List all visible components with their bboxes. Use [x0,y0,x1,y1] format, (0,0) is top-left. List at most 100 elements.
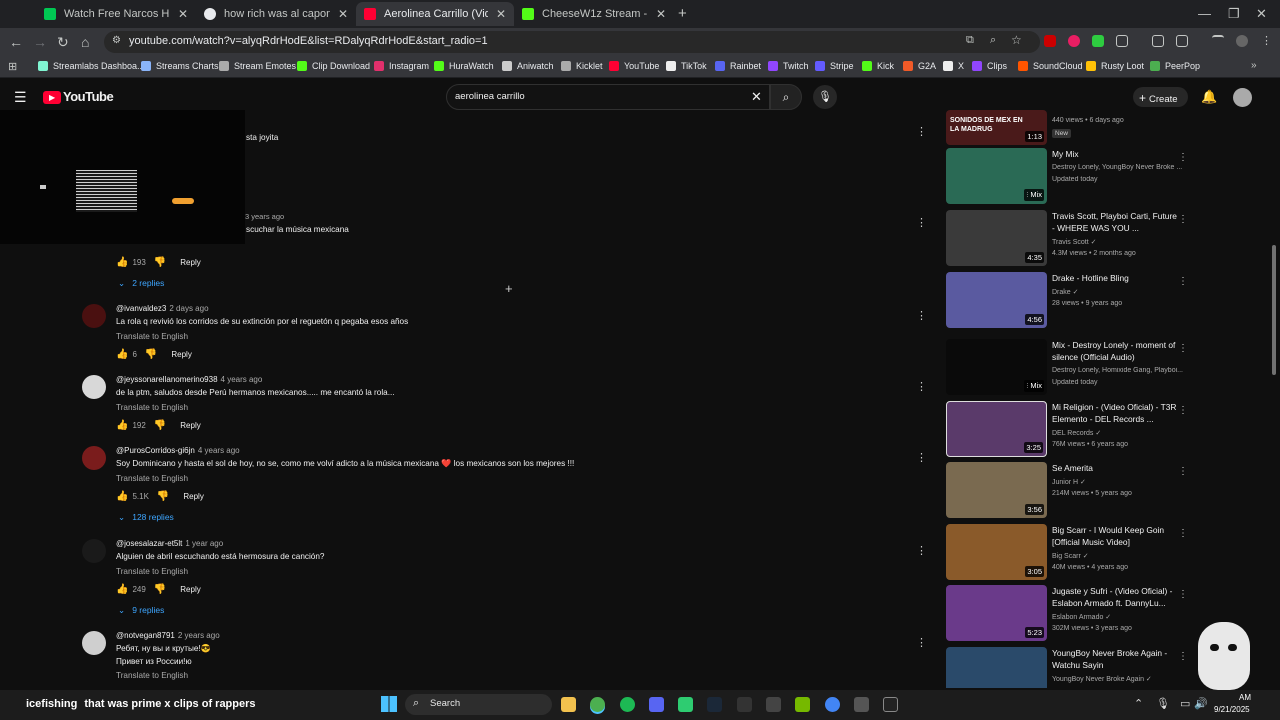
like-icon[interactable]: 👍 [116,491,128,502]
file-explorer-icon[interactable] [561,697,576,712]
video-thumbnail[interactable]: ⫶ Mix [946,339,1047,395]
comment-author[interactable]: @josesalazar-et5lt 1 year ago [116,539,223,548]
video-title[interactable]: Mi Religion - (Video Oficial) - T3R Elem… [1052,401,1178,425]
comment-menu-icon[interactable]: ⋮ [916,451,927,464]
translate-link[interactable]: Translate to English [116,474,188,483]
translate-link[interactable]: Translate to English [116,332,188,341]
video-channel[interactable]: Travis Scott ✓ [1052,238,1184,246]
comment-author[interactable]: @ivanvaldez3 2 days ago [116,304,209,313]
bookmark-item[interactable]: Instagram [374,61,429,71]
close-icon[interactable]: ✕ [338,7,348,21]
notifications-bell-icon[interactable]: 🔔 [1201,89,1217,105]
account-avatar[interactable] [1233,88,1252,107]
new-tab-button[interactable]: + [678,5,687,22]
avatar[interactable] [82,446,106,470]
clear-search-icon[interactable]: ✕ [751,89,762,105]
avatar[interactable] [82,631,106,655]
video-menu-icon[interactable]: ⋮ [1178,214,1188,225]
apps-grid-icon[interactable]: ⊞ [8,60,17,73]
bookmark-item[interactable]: HuraWatch [434,61,494,71]
video-menu-icon[interactable]: ⋮ [1178,589,1188,600]
bookmark-item[interactable]: Clip Download [297,61,370,71]
network-icon[interactable]: ▭ [1180,697,1190,710]
media-icon[interactable] [1152,35,1164,47]
video-title[interactable]: Mix - Destroy Lonely - moment of silence… [1052,339,1178,363]
bookmark-item[interactable]: SoundCloud [1018,61,1083,71]
chrome-icon[interactable] [590,697,605,712]
downloads-icon[interactable] [1212,35,1224,47]
create-button[interactable]: + Create [1133,87,1188,107]
video-menu-icon[interactable]: ⋮ [1178,152,1188,163]
video-thumbnail[interactable]: 3:05 [946,524,1047,580]
video-title[interactable]: YoungBoy Never Broke Again - Watchu Sayi… [1052,647,1178,671]
video-title[interactable]: Big Scarr - I Would Keep Goin [Official … [1052,524,1178,548]
video-thumbnail[interactable] [946,647,1047,688]
taskbar-search[interactable]: ⌕ Search [405,694,552,715]
back-icon[interactable]: ← [9,34,23,50]
avatar[interactable] [82,375,106,399]
app-icon[interactable] [883,697,898,712]
video-menu-icon[interactable]: ⋮ [1178,528,1188,539]
translate-link[interactable]: Translate to English [116,567,188,576]
comment-menu-icon[interactable]: ⋮ [916,216,927,229]
minimize-icon[interactable]: — [1198,6,1211,21]
video-channel[interactable]: Destroy Lonely, Homixide Gang, Playboi..… [1052,367,1184,374]
reload-icon[interactable]: ↻ [57,34,69,51]
comment-author[interactable]: @jeyssonarellanomerino938 4 years ago [116,375,262,384]
extensions-puzzle-icon[interactable] [1116,35,1128,47]
tray-chevron-icon[interactable]: ⌃ [1134,697,1143,710]
bookmark-item[interactable]: Clips [972,61,1007,71]
video-menu-icon[interactable]: ⋮ [1178,651,1188,662]
video-title[interactable]: Se Amerita [1052,462,1178,474]
bookmark-item[interactable]: Aniwatch [502,61,554,71]
comment-menu-icon[interactable]: ⋮ [916,125,927,138]
comment-menu-icon[interactable]: ⋮ [916,636,927,649]
app-icon[interactable] [766,697,781,712]
translate-link[interactable]: Translate to English [116,671,188,680]
recommended-video[interactable]: 4:56 Drake - Hotline Bling Drake ✓ 28 vi… [946,272,1196,328]
bookmark-item[interactable]: Stripe [815,61,854,71]
recommended-video[interactable]: ⫶ Mix My Mix Destroy Lonely, YoungBoy Ne… [946,148,1196,204]
sidepanel-icon[interactable] [1176,35,1188,47]
recommended-video[interactable]: 3:25 Mi Religion - (Video Oficial) - T3R… [946,401,1196,457]
recommended-video[interactable]: 3:05 Big Scarr - I Would Keep Goin [Offi… [946,524,1196,580]
video-thumbnail[interactable]: 5:23 [946,585,1047,641]
voice-search-button[interactable]: 🎙 [813,85,837,109]
nvidia-icon[interactable] [795,697,810,712]
comment-menu-icon[interactable]: ⋮ [916,309,927,322]
video-title[interactable]: My Mix [1052,148,1178,160]
view-replies-button[interactable]: ⌄ 9 replies [118,605,164,616]
spotify-icon[interactable] [620,697,635,712]
menu-dots-icon[interactable]: ⋮ [1261,34,1272,47]
video-title[interactable]: Jugaste y Sufri - (Video Oficial) - Esla… [1052,585,1178,609]
like-icon[interactable]: 👍 [116,257,128,268]
recommended-video[interactable]: 4:35 Travis Scott, Playboi Carti, Future… [946,210,1196,266]
zoom-icon[interactable]: ⌕ [990,34,996,47]
microphone-icon[interactable]: 🎙 [1156,697,1170,710]
comment-menu-icon[interactable]: ⋮ [916,544,927,557]
forward-icon[interactable]: → [33,34,47,50]
bookmark-item[interactable]: Twitch [768,61,809,71]
like-icon[interactable]: 👍 [116,584,128,595]
reply-button[interactable]: Reply [171,350,191,359]
recommended-video[interactable]: YoungBoy Never Broke Again - Watchu Sayi… [946,647,1196,688]
epic-games-icon[interactable] [737,697,752,712]
bookmark-item[interactable]: X [943,61,964,71]
search-input[interactable]: aerolinea carrillo ✕ [446,84,770,110]
bookmark-item[interactable]: PeerPop [1150,61,1200,71]
video-thumbnail[interactable]: 4:56 [946,272,1047,328]
profile-avatar[interactable] [1236,35,1248,47]
dislike-icon[interactable]: 👎 [157,491,169,502]
view-replies-button[interactable]: ⌄ 128 replies [118,512,174,523]
hamburger-menu-icon[interactable]: ☰ [14,89,27,106]
bookmark-item[interactable]: G2A [903,61,936,71]
clock-time[interactable]: AM [1239,693,1251,702]
page-scrollbar[interactable] [1272,245,1276,375]
windows-start-icon[interactable] [381,696,397,712]
video-title[interactable]: Drake - Hotline Bling [1052,272,1178,284]
recommended-video[interactable]: ⫶ Mix Mix - Destroy Lonely - moment of s… [946,339,1196,395]
comment-author[interactable]: @PurosCorridos-gi6jn 4 years ago [116,446,240,455]
video-thumbnail[interactable]: 4:35 [946,210,1047,266]
video-menu-icon[interactable]: ⋮ [1178,276,1188,287]
dislike-icon[interactable]: 👎 [154,584,166,595]
